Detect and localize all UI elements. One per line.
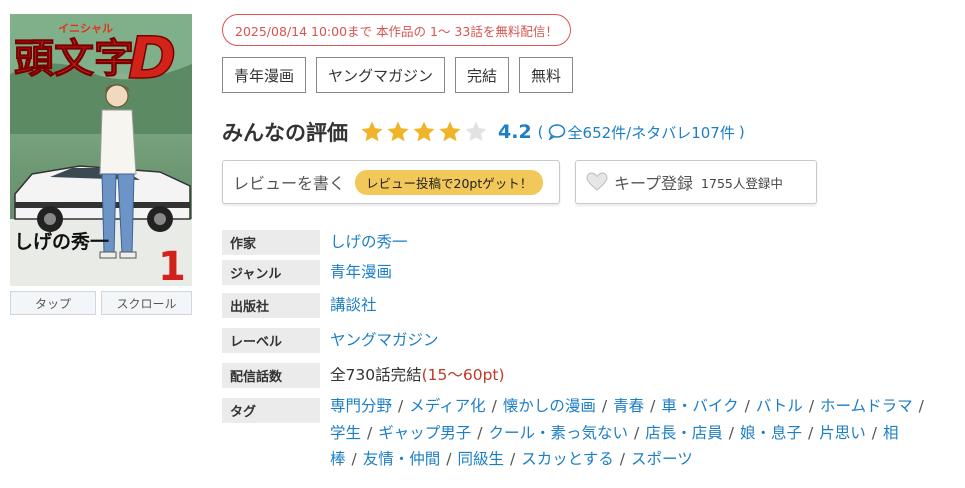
- tag-separator: /: [634, 423, 640, 442]
- tag-list: 専門分野 / メディア化 / 懐かしの漫画 / 青春 / 車・バイク / バトル / ホームドラマ / 学生…: [330, 393, 930, 473]
- tag-separator: /: [619, 450, 626, 468]
- tag-link[interactable]: 車・バイク: [661, 397, 738, 415]
- star-icon: [361, 121, 383, 142]
- close-paren: ): [738, 123, 745, 141]
- rating-stars: [360, 120, 488, 144]
- tag-link[interactable]: 学生: [330, 424, 361, 442]
- keep-button[interactable]: キープ登録 1755人登録中: [575, 160, 817, 204]
- tag-link[interactable]: 青春: [613, 397, 644, 415]
- keep-label: キープ登録: [614, 174, 694, 193]
- cover-volume: 1: [158, 244, 186, 286]
- star-icon: [439, 121, 461, 142]
- tag-separator: /: [367, 423, 373, 442]
- scroll-view-button[interactable]: スクロール: [101, 291, 192, 315]
- episodes-label: 配信話数: [222, 363, 320, 388]
- cover-image[interactable]: イニシャル 頭文字 D しげの秀一 1: [10, 14, 192, 286]
- tag-buttons: 青年漫画 ヤングマガジン 完結 無料: [222, 57, 574, 93]
- heart-icon: [586, 172, 608, 191]
- open-paren: (: [537, 123, 544, 141]
- tag-free[interactable]: 無料: [519, 57, 574, 93]
- tag-separator: /: [808, 423, 814, 442]
- cover-artwork: イニシャル 頭文字 D しげの秀一 1: [10, 14, 192, 286]
- tag-completed[interactable]: 完結: [455, 57, 510, 93]
- tag-separator: /: [398, 397, 404, 415]
- tag-separator: /: [601, 397, 608, 415]
- star-icon: [387, 121, 409, 142]
- tag-separator: /: [744, 397, 750, 415]
- tag-link[interactable]: ホームドラマ: [820, 397, 913, 415]
- tag-separator: /: [491, 397, 497, 415]
- cover-subtitle: イニシャル: [58, 22, 113, 35]
- tap-view-button[interactable]: タップ: [10, 291, 96, 315]
- review-count-link[interactable]: ( 全652件/ネタバレ107件 ): [538, 122, 745, 143]
- comment-icon: [548, 124, 565, 140]
- rating-score: 4.2: [498, 121, 532, 143]
- label-link[interactable]: ヤングマガジン: [330, 328, 439, 353]
- cover-title: 頭文字: [14, 36, 134, 82]
- tag-link[interactable]: 友情・仲間: [363, 450, 441, 468]
- tag-link[interactable]: 片思い: [819, 424, 866, 442]
- tag-separator: /: [351, 450, 357, 468]
- rating-title: みんなの評価: [222, 121, 348, 145]
- publisher-link[interactable]: 講談社: [330, 293, 377, 318]
- cover-author: しげの秀一: [14, 231, 109, 253]
- genre-link[interactable]: 青年漫画: [330, 260, 392, 285]
- label-label: レーベル: [222, 328, 320, 353]
- tag-link[interactable]: 専門分野: [330, 397, 392, 415]
- tag-link[interactable]: バトル: [756, 397, 803, 415]
- tag-link[interactable]: 店長・店員: [645, 424, 723, 442]
- star-icon: [413, 121, 435, 142]
- tag-separator: /: [477, 423, 483, 442]
- tag-separator: /: [446, 450, 452, 468]
- star-icon: [465, 121, 487, 142]
- publisher-label: 出版社: [222, 293, 320, 318]
- tag-link[interactable]: 娘・息子: [740, 424, 802, 442]
- tag-separator: /: [808, 397, 815, 415]
- tag-link[interactable]: クール・素っ気ない: [489, 424, 629, 442]
- tag-separator: /: [510, 450, 516, 468]
- tag-link[interactable]: 同級生: [458, 450, 505, 468]
- tag-separator: /: [918, 397, 924, 415]
- keep-count: 1755人登録中: [701, 175, 783, 191]
- review-counts-text: 全652件/ネタバレ107件: [567, 123, 735, 142]
- tag-separator: /: [650, 397, 656, 415]
- episode-price: (15～60pt): [421, 366, 505, 384]
- write-review-label: レビューを書く: [233, 174, 346, 193]
- tag-young-magazine[interactable]: ヤングマガジン: [316, 57, 446, 93]
- episodes-value: 全730話完結(15～60pt): [330, 363, 505, 388]
- review-points-badge: レビュー投稿で20ptゲット！: [355, 169, 544, 195]
- free-campaign-banner: 2025/08/14 10:00まで 本作品の 1～ 33話を無料配信！: [222, 14, 571, 46]
- author-label: 作家: [222, 230, 320, 255]
- tag-link[interactable]: ギャップ男子: [378, 424, 471, 442]
- tag-link[interactable]: 懐かしの漫画: [503, 397, 596, 415]
- genre-label: ジャンル: [222, 260, 320, 285]
- tag-seinen-manga[interactable]: 青年漫画: [222, 57, 307, 93]
- tag-separator: /: [728, 423, 734, 442]
- write-review-button[interactable]: レビューを書く レビュー投稿で20ptゲット！: [222, 160, 560, 204]
- rating-row: みんなの評価 4.2 ( 全652件/ネタバレ107件 ): [222, 116, 745, 148]
- cover-title-letter: D: [128, 24, 176, 92]
- episodes-count: 全730話完結: [330, 366, 422, 384]
- tag-link[interactable]: メディア化: [409, 397, 485, 415]
- tags-label: タグ: [222, 398, 320, 423]
- author-link[interactable]: しげの秀一: [330, 230, 408, 255]
- tag-link[interactable]: スポーツ: [631, 450, 693, 468]
- tag-link[interactable]: スカッとする: [521, 450, 614, 468]
- tag-separator: /: [871, 423, 877, 442]
